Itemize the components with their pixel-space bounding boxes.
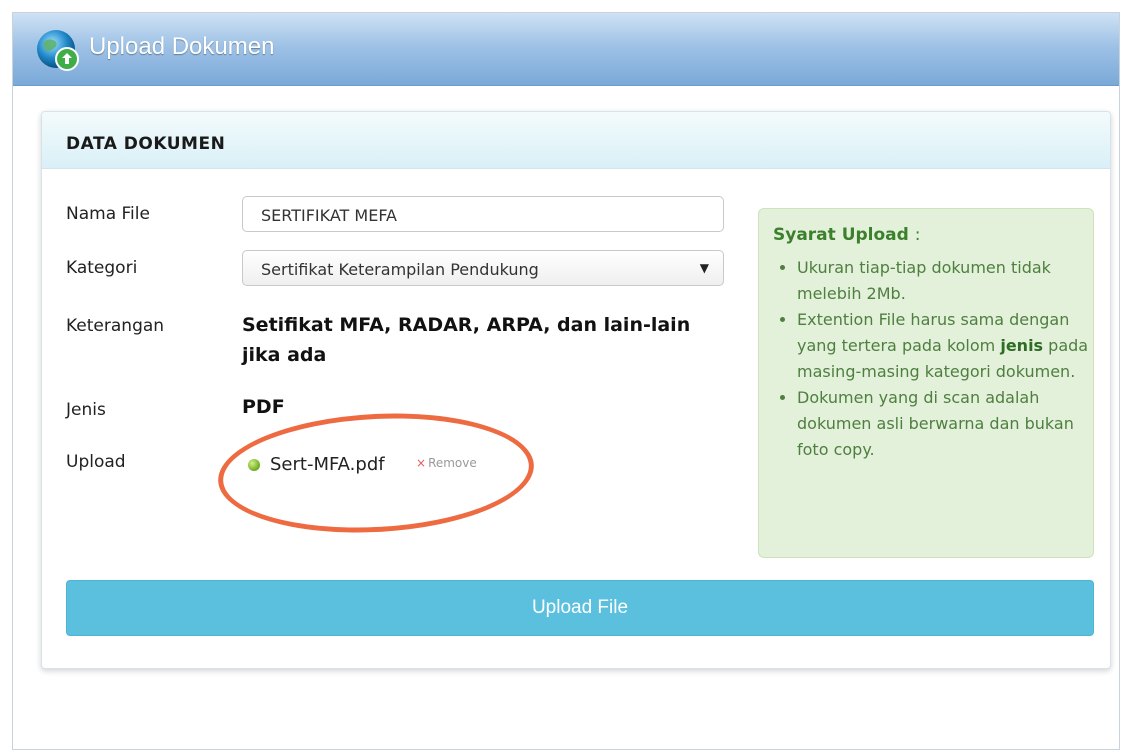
- syarat-upload-list: Ukuran tiap-tiap dokumen tidak melebih 2…: [773, 255, 1097, 463]
- kategori-selected-value: Sertifikat Keterampilan Pendukung: [261, 260, 539, 279]
- keterangan-value: Setifikat MFA, RADAR, ARPA, dan lain-lai…: [242, 310, 690, 370]
- syarat-upload-title: Syarat Upload :: [773, 225, 920, 245]
- nama-file-input[interactable]: SERTIFIKAT MEFA: [242, 196, 724, 232]
- panel-header: DATA DOKUMEN: [42, 112, 1110, 169]
- syarat-upload-box: Syarat Upload : Ukuran tiap-tiap dokumen…: [758, 208, 1094, 558]
- title-bar: Upload Dokumen: [13, 13, 1119, 86]
- upload-file-button[interactable]: Upload File: [66, 580, 1094, 636]
- list-item: Dokumen yang di scan adalah dokumen asli…: [797, 385, 1097, 463]
- kategori-select[interactable]: Sertifikat Keterampilan Pendukung ▼: [242, 250, 724, 286]
- list-item: Ukuran tiap-tiap dokumen tidak melebih 2…: [797, 255, 1097, 307]
- data-dokumen-panel: DATA DOKUMEN Nama File SERTIFIKAT MEFA K…: [41, 111, 1111, 669]
- nama-file-label: Nama File: [66, 204, 150, 224]
- keterangan-value-line1: Setifikat MFA, RADAR, ARPA, dan lain-lai…: [242, 314, 691, 336]
- jenis-label: Jenis: [66, 400, 106, 420]
- kategori-label: Kategori: [66, 258, 138, 278]
- window-title: Upload Dokumen: [89, 33, 275, 60]
- panel-title: DATA DOKUMEN: [66, 134, 226, 154]
- upload-dokumen-window: Upload Dokumen DATA DOKUMEN Nama File SE…: [12, 12, 1120, 750]
- syarat-upload-title-colon: :: [914, 225, 921, 245]
- keterangan-value-line2: jika ada: [242, 344, 327, 366]
- upload-label: Upload: [66, 452, 126, 472]
- caret-down-icon: ▼: [699, 261, 709, 275]
- list-item-bold: jenis: [1000, 336, 1044, 355]
- highlight-circle-annotation: [215, 405, 537, 541]
- list-item: Extention File harus sama dengan yang te…: [797, 307, 1097, 385]
- globe-upload-icon: [35, 27, 81, 73]
- syarat-upload-title-text: Syarat Upload: [773, 225, 909, 245]
- jenis-value: PDF: [242, 396, 285, 418]
- keterangan-label: Keterangan: [66, 316, 165, 336]
- nama-file-value: SERTIFIKAT MEFA: [261, 206, 397, 225]
